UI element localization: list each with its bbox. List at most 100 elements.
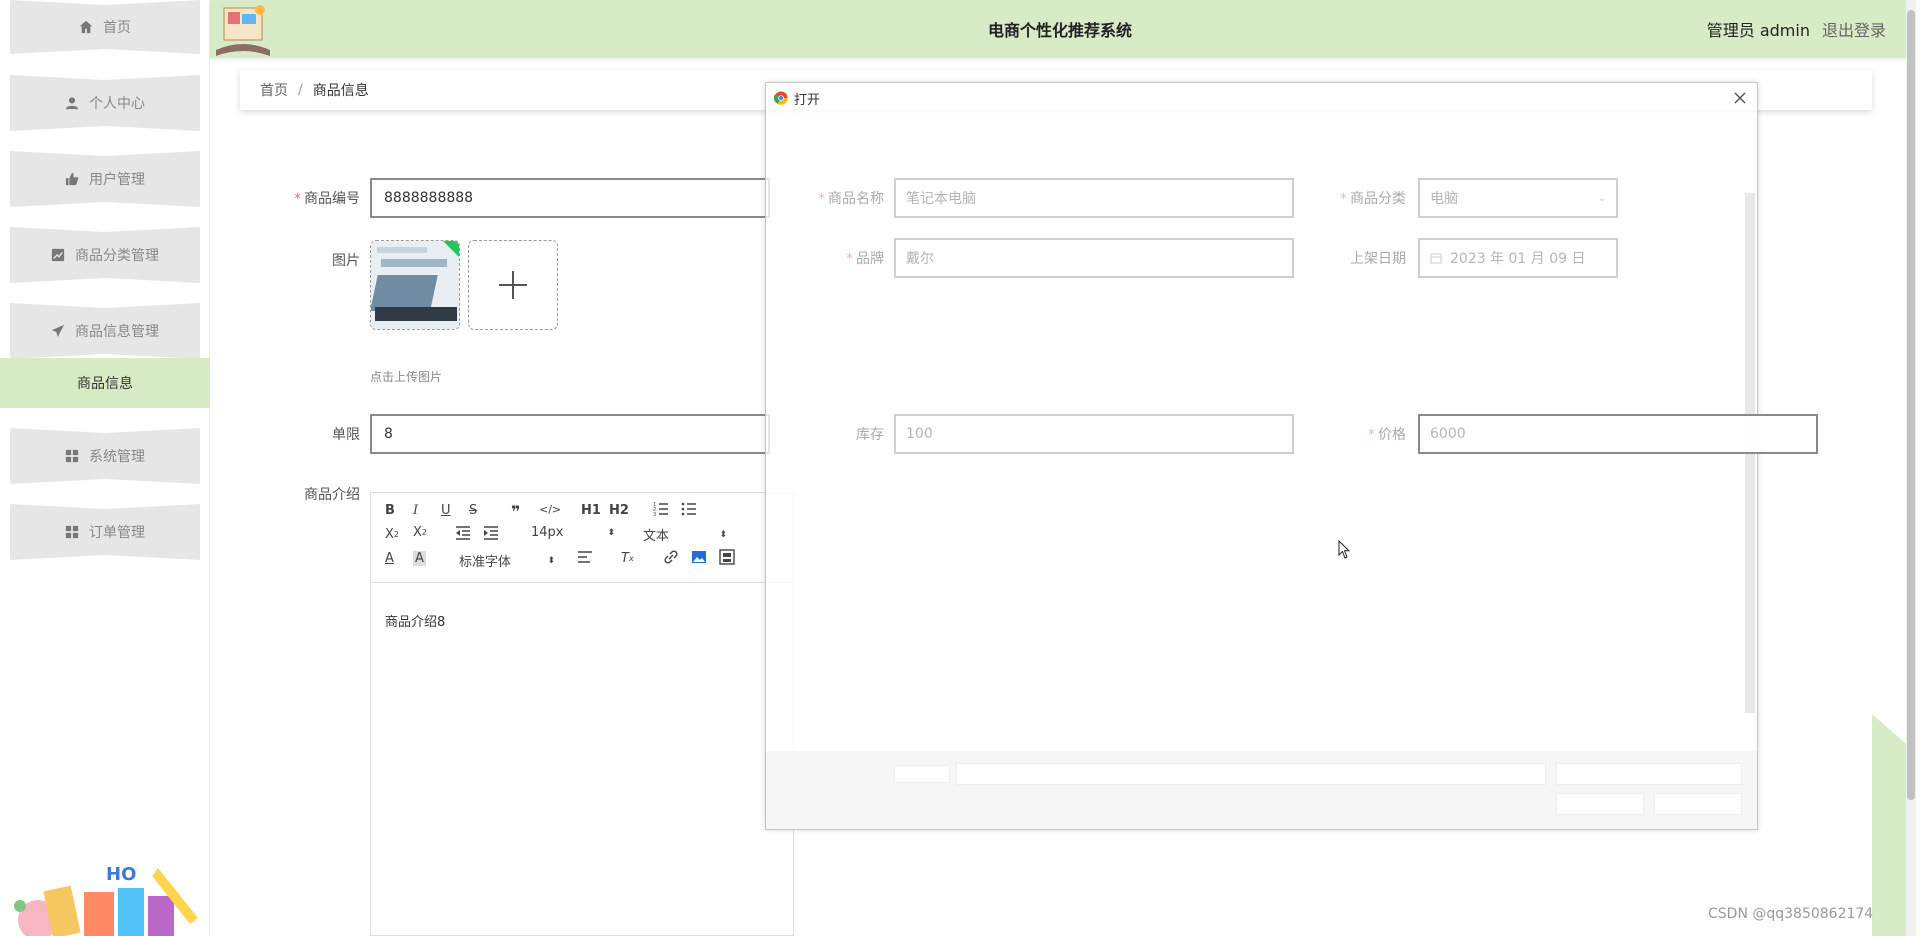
sidebar-item-personal-center[interactable]: 个人中心	[10, 75, 200, 131]
mouse-cursor-icon	[1338, 540, 1351, 559]
top-header: 电商个性化推荐系统 管理员 admin 退出登录	[210, 0, 1910, 58]
plus-icon	[499, 271, 527, 299]
bold-button[interactable]: B	[385, 503, 395, 518]
align-icon[interactable]	[577, 549, 593, 565]
product-name-input[interactable]: 笔记本电脑	[894, 178, 1294, 218]
listing-date-picker[interactable]: 2023 年 01 月 09 日	[1418, 238, 1618, 278]
link-icon[interactable]	[663, 549, 679, 565]
outdent-icon[interactable]	[455, 525, 471, 541]
user-icon	[65, 96, 79, 110]
chrome-icon	[774, 91, 788, 105]
block-type-select[interactable]: 文本 ⬍	[643, 525, 727, 544]
sidebar-item-label: 商品信息管理	[75, 324, 159, 340]
svg-text:HO: HO	[106, 864, 136, 885]
cancel-button[interactable]	[1654, 793, 1742, 815]
breadcrumb-separator: /	[298, 82, 303, 98]
required-mark: *	[846, 251, 853, 267]
dialog-titlebar: 打开	[766, 83, 1757, 113]
select-arrows-icon: ⬍	[547, 555, 555, 566]
page-scrollbar-thumb[interactable]	[1907, 10, 1915, 800]
font-color-button[interactable]: A	[385, 551, 394, 566]
underline-button[interactable]: U	[441, 503, 451, 518]
ordered-list-icon[interactable]: 123	[653, 501, 669, 517]
product-code-input[interactable]: 8888888888	[370, 178, 770, 218]
logo-icon	[216, 5, 270, 56]
sidebar-item-label: 订单管理	[89, 525, 145, 541]
close-icon[interactable]	[1731, 89, 1749, 107]
heading-1-button[interactable]: H1	[581, 503, 601, 518]
sidebar-subitem-label: 商品信息	[77, 376, 133, 392]
required-mark: *	[1368, 427, 1375, 443]
logout-link[interactable]: 退出登录	[1822, 17, 1886, 41]
category-select[interactable]: 电脑 ⌄	[1418, 178, 1618, 218]
font-family-select[interactable]: 标准字体 ⬍	[459, 551, 555, 570]
sidebar-item-system-management[interactable]: 系统管理	[10, 428, 200, 484]
user-label: 管理员 admin	[1706, 21, 1810, 40]
grid-icon	[65, 525, 79, 539]
indent-icon[interactable]	[483, 525, 499, 541]
stock-input[interactable]: 100	[894, 414, 1294, 454]
product-code-label: * 商品编号	[294, 191, 360, 207]
listing-date-label: 上架日期	[1350, 251, 1406, 267]
sidebar-item-label: 首页	[103, 20, 131, 36]
select-arrows-icon: ⬍	[719, 529, 727, 540]
required-mark: *	[294, 191, 301, 207]
rich-text-editor: B I U S ❞ </> H1 H2 123 X2 X2 14px ⬍ 文本 ⬍ …	[370, 492, 794, 936]
product-image-thumbnail[interactable]	[370, 240, 460, 330]
sidebar-item-home[interactable]: 首页	[10, 0, 200, 54]
sidebar-item-label: 系统管理	[89, 449, 145, 465]
paper-plane-icon	[51, 324, 65, 338]
bullet-list-icon[interactable]	[681, 501, 697, 517]
limit-input[interactable]: 8	[370, 414, 770, 454]
brand-label: * 品牌	[846, 251, 884, 267]
font-size-select[interactable]: 14px ⬍	[531, 525, 615, 540]
code-icon[interactable]: </>	[539, 503, 561, 516]
price-input[interactable]: 6000	[1418, 414, 1818, 454]
blockquote-icon[interactable]: ❞	[511, 502, 520, 521]
heading-2-button[interactable]: H2	[609, 503, 629, 518]
description-label: 商品介绍	[304, 487, 360, 503]
brand-input[interactable]: 戴尔	[894, 238, 1294, 278]
ghost-label	[894, 765, 950, 783]
right-decoration	[1872, 714, 1910, 936]
video-insert-icon[interactable]	[719, 549, 735, 565]
sidebar-item-order-management[interactable]: 订单管理	[10, 504, 200, 560]
upload-image-button[interactable]	[468, 240, 558, 330]
svg-text:3: 3	[653, 512, 656, 517]
italic-button[interactable]: I	[413, 503, 418, 518]
background-color-button[interactable]: A	[413, 551, 426, 566]
required-mark: *	[1340, 191, 1347, 207]
open-button[interactable]	[1556, 793, 1644, 815]
sidebar-subitem-product-info[interactable]: 商品信息	[0, 358, 210, 408]
laptop-image	[371, 241, 459, 329]
sidebar-item-user-management[interactable]: 用户管理	[10, 151, 200, 207]
dialog-title: 打开	[794, 92, 821, 108]
thumbs-up-icon	[65, 172, 79, 186]
breadcrumb-home-link[interactable]: 首页	[260, 80, 288, 100]
superscript-button[interactable]: X2	[413, 525, 427, 540]
editor-content[interactable]: 商品介绍8	[385, 611, 445, 630]
select-arrows-icon: ⬍	[607, 527, 615, 538]
dialog-footer	[766, 751, 1757, 829]
user-area: 管理员 admin 退出登录	[1707, 0, 1886, 58]
image-insert-icon[interactable]	[691, 549, 707, 565]
watermark: CSDN @qq3850862174	[1708, 906, 1874, 922]
sidebar-item-product-info-management[interactable]: 商品信息管理	[10, 303, 200, 359]
sidebar-item-category-management[interactable]: 商品分类管理	[10, 227, 200, 283]
sidebar-item-label: 用户管理	[89, 172, 145, 188]
subscript-button[interactable]: X2	[385, 527, 399, 542]
sidebar: 首页 个人中心 用户管理 商品分类管理 商品信息管理 商品信息 系统管理 订单管…	[0, 0, 210, 936]
upload-hint: 点击上传图片	[370, 370, 443, 384]
app-title: 电商个性化推荐系统	[987, 21, 1132, 40]
category-label: * 商品分类	[1340, 191, 1406, 207]
file-type-select[interactable]	[1556, 763, 1742, 785]
product-name-label: * 商品名称	[818, 191, 884, 207]
sidebar-item-label: 个人中心	[89, 96, 145, 112]
chart-icon	[51, 248, 65, 262]
strikethrough-button[interactable]: S	[469, 503, 477, 518]
required-mark: *	[818, 191, 825, 207]
filename-field[interactable]	[956, 763, 1546, 785]
calendar-icon	[1430, 253, 1442, 264]
clear-format-button[interactable]: Tx	[621, 551, 634, 566]
limit-label: 单限	[332, 427, 360, 443]
